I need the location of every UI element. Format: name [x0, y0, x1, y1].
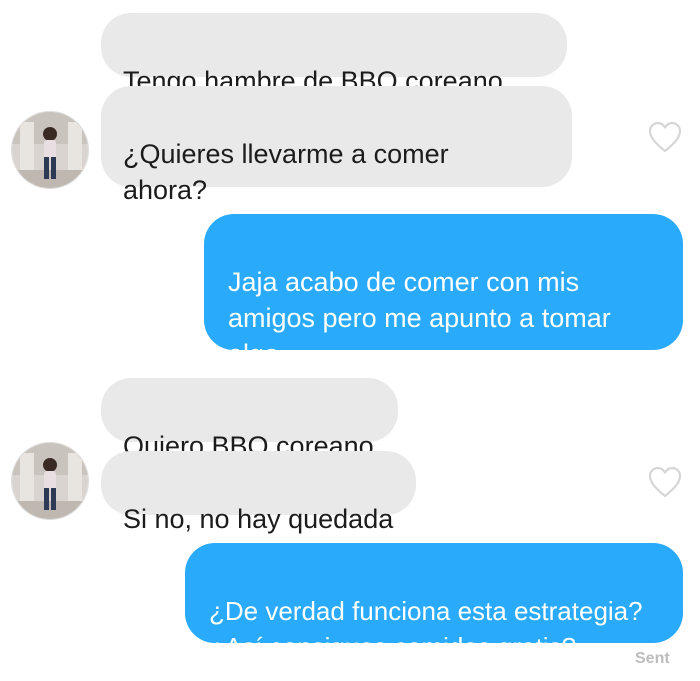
message-text: Jaja acabo de comer con mis amigos pero …: [228, 267, 611, 369]
outgoing-message-bubble[interactable]: Jaja acabo de comer con mis amigos pero …: [204, 214, 683, 369]
avatar-photo-icon: [12, 112, 88, 188]
message-text: ¿Quieres llevarme a comer ahora?: [123, 139, 449, 205]
contact-avatar[interactable]: [11, 442, 89, 520]
incoming-message-bubble[interactable]: ¿Quieres llevarme a comer ahora?: [101, 86, 572, 205]
message-text: ¿De verdad funciona esta estrategia? ¿As…: [209, 596, 643, 662]
outgoing-message-bubble[interactable]: ¿De verdad funciona esta estrategia? ¿As…: [185, 543, 683, 662]
heart-icon[interactable]: [647, 465, 683, 499]
incoming-message-bubble[interactable]: Si no, no hay quedada: [101, 451, 416, 534]
incoming-message-bubble[interactable]: Tengo hambre de BBQ coreano: [101, 13, 567, 96]
delivery-status: Sent: [635, 650, 670, 667]
avatar-photo-icon: [12, 443, 88, 519]
heart-icon[interactable]: [647, 120, 683, 154]
contact-avatar[interactable]: [11, 111, 89, 189]
incoming-message-bubble[interactable]: Quiero BBQ coreano: [101, 378, 398, 461]
message-text: Si no, no hay quedada: [123, 504, 394, 534]
